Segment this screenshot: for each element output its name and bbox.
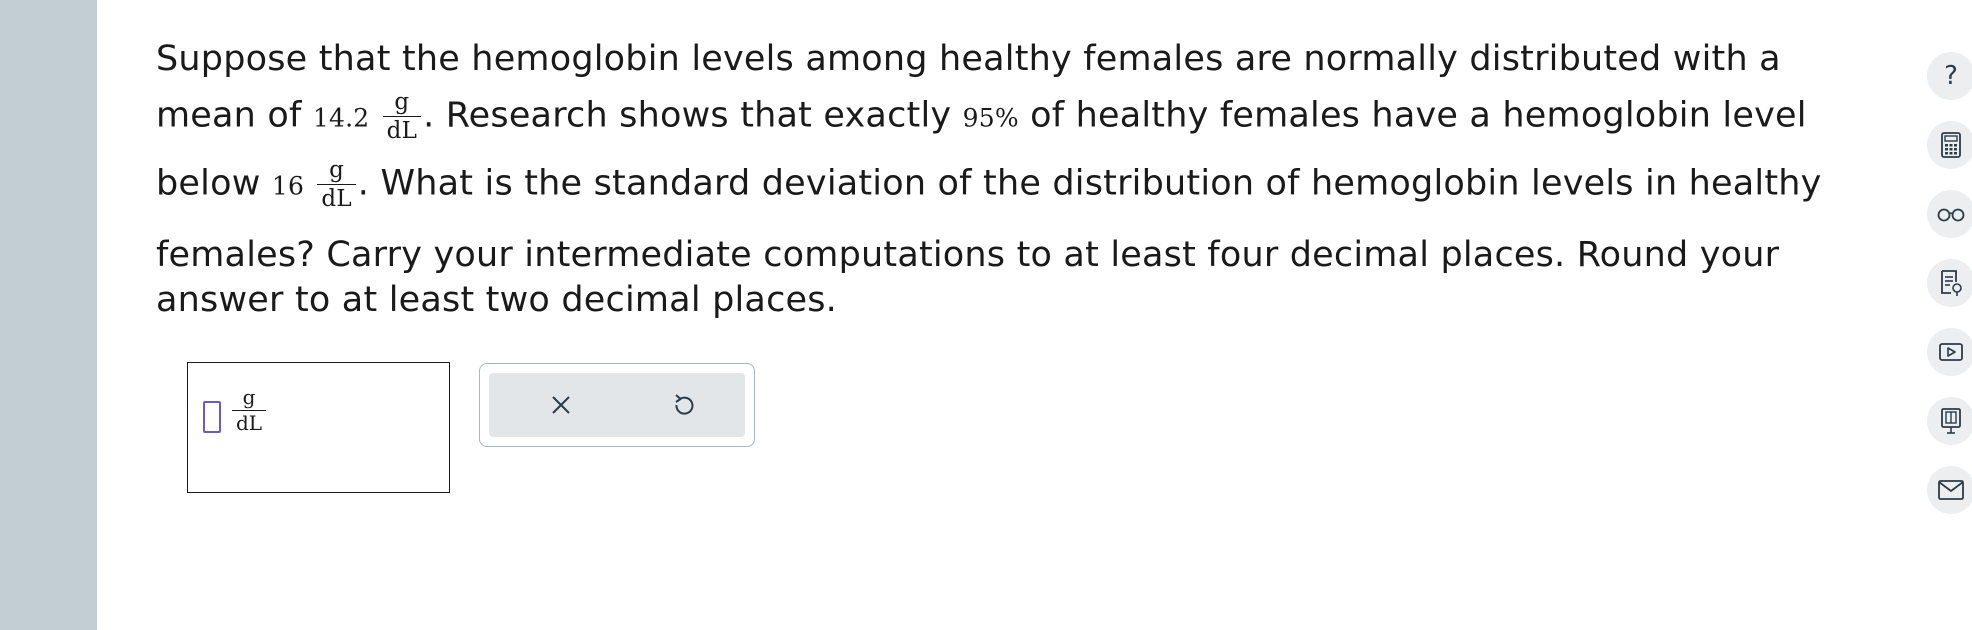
left-rail — [0, 0, 97, 630]
textbook-button[interactable] — [1927, 397, 1972, 445]
help-button[interactable]: ? — [1927, 52, 1972, 100]
notes-icon — [1941, 270, 1962, 296]
question-line-1: Suppose that the hemoglobin levels among… — [156, 38, 1781, 80]
answer-input-box[interactable]: g dL — [187, 362, 450, 493]
undo-icon — [675, 394, 694, 415]
question-text-segment: females? Carry your intermediate computa… — [156, 235, 1780, 275]
close-icon — [552, 396, 570, 414]
question-text-segment: of healthy females have a hemoglobin lev… — [1030, 95, 1807, 136]
answer-unit-denominator: dL — [236, 411, 263, 435]
unit-fraction: g dL — [382, 90, 422, 145]
reader-button[interactable] — [1927, 190, 1972, 238]
question-line-2: mean of 14.2 g dL . Research shows that … — [156, 90, 1807, 143]
percent-value: 95% — [962, 103, 1019, 133]
clear-button[interactable] — [541, 385, 581, 425]
question-line-3: below 16 g dL . What is the standard dev… — [156, 158, 1822, 211]
glasses-icon — [1937, 208, 1965, 222]
question-line-4: females? Carry your intermediate computa… — [156, 234, 1779, 276]
video-icon — [1939, 343, 1963, 361]
calculator-icon — [1941, 132, 1961, 158]
mean-value: 14.2 — [312, 103, 370, 133]
question-text-segment: Suppose that the hemoglobin levels among… — [156, 39, 1781, 79]
video-button[interactable] — [1927, 328, 1972, 376]
unit-numerator: g — [317, 158, 356, 186]
answer-unit-fraction: g dL — [232, 387, 267, 435]
mail-icon — [1938, 480, 1964, 500]
answer-input-field[interactable] — [203, 401, 221, 433]
unit-fraction: g dL — [317, 158, 356, 213]
calculator-button[interactable] — [1927, 121, 1972, 169]
undo-button[interactable] — [663, 385, 703, 425]
question-line-5: answer to at least two decimal places. — [156, 279, 837, 321]
textbook-icon — [1941, 408, 1961, 434]
question-text-segment: below — [156, 163, 261, 204]
question-text-segment: answer to at least two decimal places. — [156, 280, 838, 320]
notes-button[interactable] — [1927, 259, 1972, 307]
answer-unit-numerator: g — [232, 387, 267, 411]
answer-tools-panel — [479, 363, 755, 447]
mail-button[interactable] — [1927, 466, 1972, 514]
question-text-segment: mean of — [156, 95, 302, 136]
unit-denominator: dL — [386, 118, 418, 145]
unit-denominator: dL — [321, 186, 352, 213]
question-text-segment: . What is the standard deviation of the … — [357, 163, 1822, 204]
question-text-segment: . Research shows that exactly — [423, 95, 952, 136]
threshold-value: 16 — [271, 171, 305, 201]
unit-numerator: g — [382, 90, 422, 118]
answer-tools-bar — [489, 373, 745, 437]
help-icon: ? — [1944, 61, 1958, 91]
